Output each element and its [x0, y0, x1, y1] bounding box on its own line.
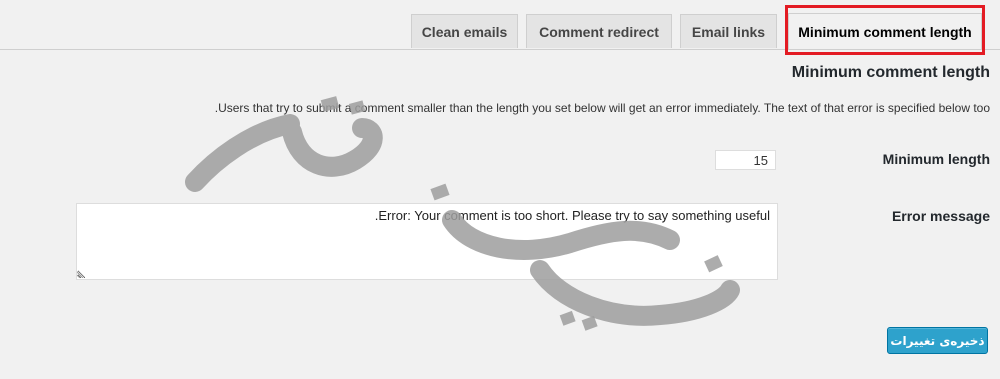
page-title: Minimum comment length [791, 64, 990, 81]
tab-comment-redirect[interactable]: Comment redirect [526, 14, 672, 48]
tab-email-links[interactable]: Email links [680, 14, 777, 48]
minimum-length-label: Minimum length [882, 151, 990, 167]
watermark-logo [185, 96, 740, 331]
tab-clean-emails[interactable]: Clean emails [411, 14, 518, 48]
highlight-box [785, 5, 985, 55]
resize-grip-icon[interactable] [77, 270, 85, 278]
error-message-textarea[interactable]: Error: Your comment is too short. Please… [76, 203, 778, 280]
minimum-length-input[interactable] [715, 150, 776, 170]
save-changes-button[interactable]: ذخیره‌ی تغییرات [887, 327, 988, 354]
error-message-label: Error message [891, 208, 990, 224]
description-text: Users that try to submit a comment small… [214, 101, 990, 115]
